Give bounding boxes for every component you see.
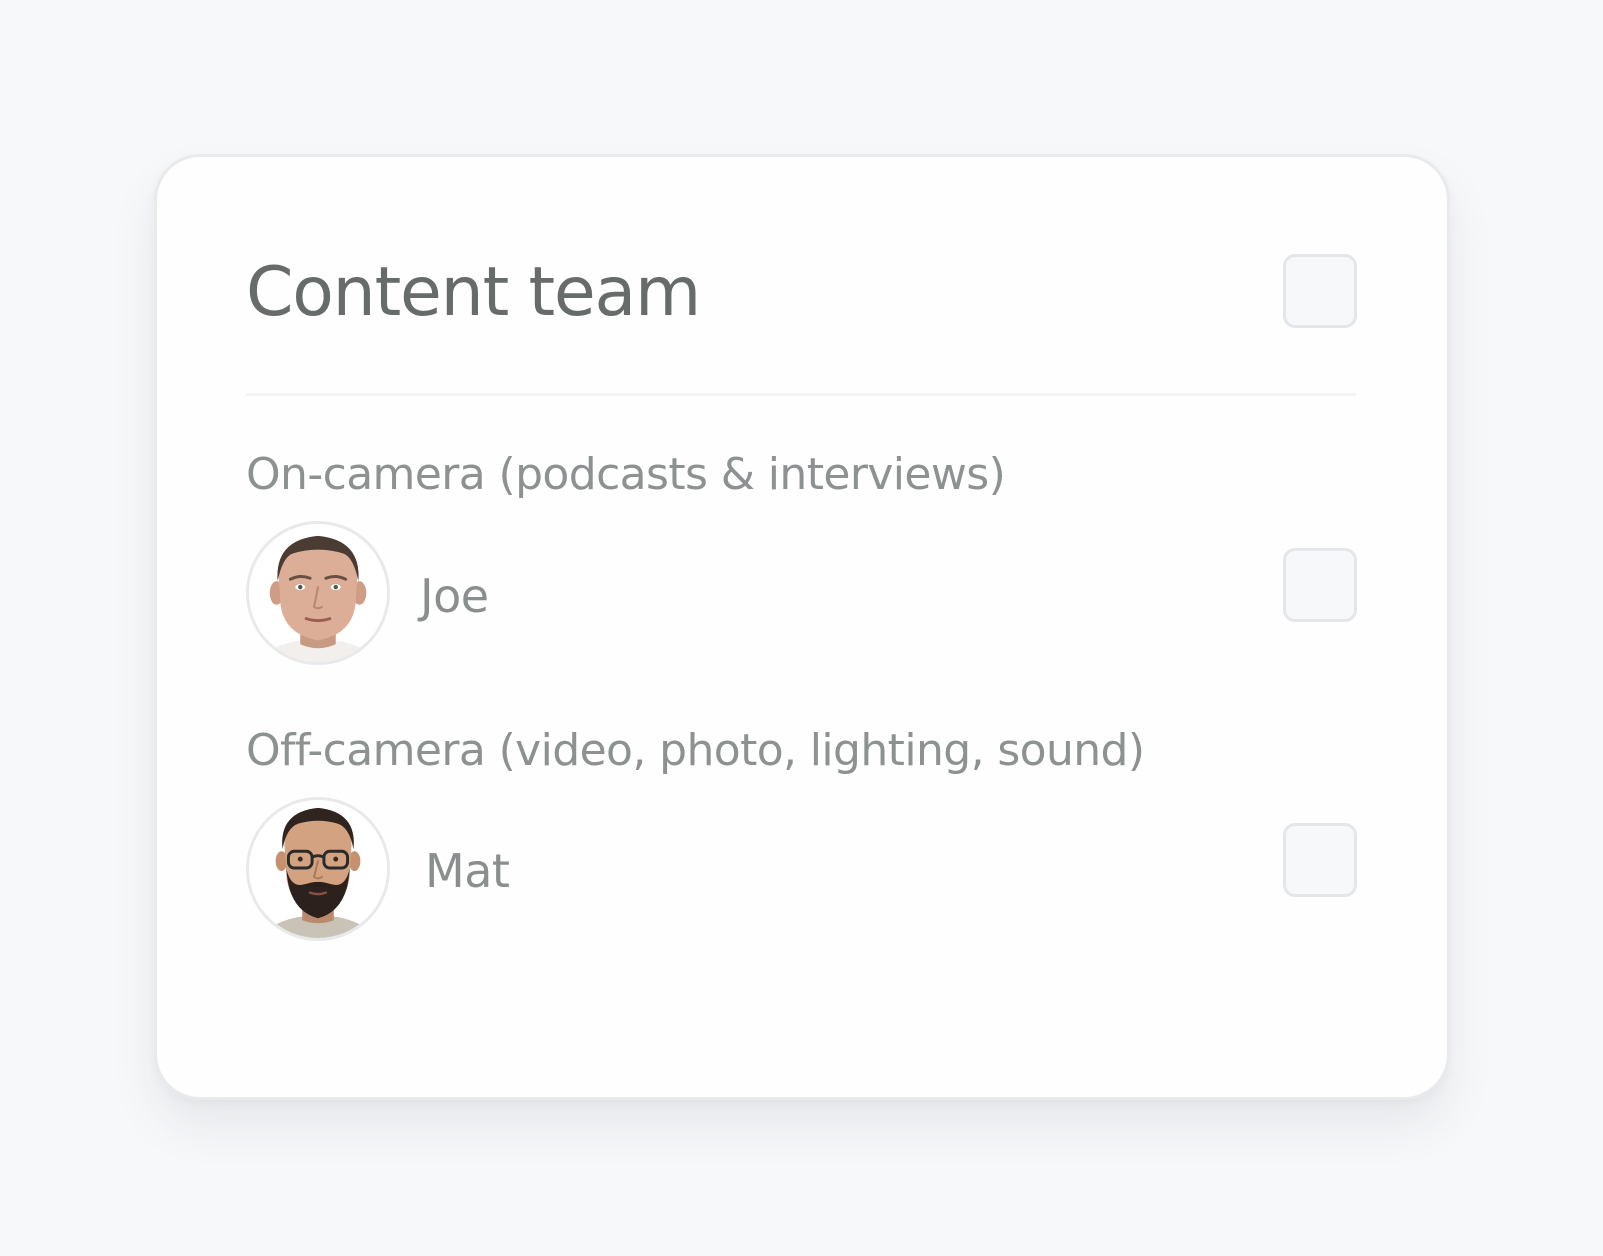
group-label-off-camera: Off-camera (video, photo, lighting, soun… [246, 725, 1145, 776]
avatar-mat [246, 797, 390, 941]
member-name-joe: Joe [420, 569, 489, 623]
title-divider [246, 393, 1356, 396]
card-title: Content team [246, 253, 701, 332]
person-photo-avatar-icon [249, 800, 387, 938]
select-all-checkbox[interactable] [1283, 254, 1357, 328]
member-name-mat: Mat [425, 844, 510, 898]
person-photo-avatar-icon [249, 524, 387, 662]
group-label-on-camera: On-camera (podcasts & interviews) [246, 449, 1006, 500]
avatar-joe [246, 521, 390, 665]
member-checkbox-mat[interactable] [1283, 823, 1357, 897]
member-checkbox-joe[interactable] [1283, 548, 1357, 622]
team-card: Content team On-camera (podcasts & inter… [154, 154, 1450, 1100]
